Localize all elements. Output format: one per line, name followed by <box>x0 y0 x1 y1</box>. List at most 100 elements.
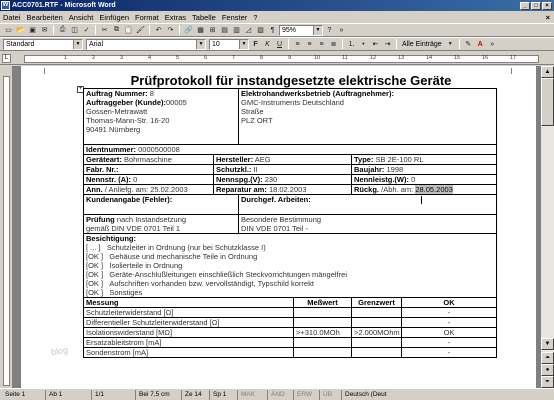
help-icon[interactable]: ? <box>324 25 335 36</box>
paste-icon[interactable]: 📋 <box>123 25 134 36</box>
rueckgabe-cell[interactable]: Rückg. /Abh. am: 28.05.2003 <box>350 183 498 195</box>
table-row[interactable]: Ersatzableitstrom [mA] - <box>83 336 498 348</box>
email-icon[interactable]: ✉ <box>39 25 50 36</box>
redo-icon[interactable]: ↷ <box>165 25 176 36</box>
menu-help[interactable]: ? <box>253 13 257 22</box>
typ-cell[interactable]: Type: SB 2E-100 RL <box>350 153 498 165</box>
next-page-icon[interactable]: ⏷ <box>541 376 554 388</box>
font-color-icon[interactable]: A <box>475 39 486 50</box>
document-title[interactable]: Prüfprotokoll für instandgesetzte elektr… <box>81 73 501 88</box>
minimize-button[interactable]: _ <box>520 1 530 10</box>
menu-tabelle[interactable]: Tabelle <box>192 13 216 22</box>
vertical-scrollbar[interactable]: ▲ ▼ ⏶ ● ⏷ <box>540 66 554 388</box>
geraeteart-cell[interactable]: Geräteart: Bohrmaschine <box>83 153 214 165</box>
close-document-button[interactable]: × <box>546 13 550 22</box>
underline-icon[interactable]: U <box>274 39 285 50</box>
font-select[interactable]: Arial ▼ <box>86 38 206 50</box>
table-row[interactable]: Differentieller Schutzleiterwiderstand [… <box>83 316 498 328</box>
document-area[interactable]: Prüfprotokoll für instandgesetzte elektr… <box>13 66 540 388</box>
increase-indent-icon[interactable]: ⇥ <box>382 39 393 50</box>
nennspg-cell[interactable]: Nennspg.(V): 230 <box>213 173 352 185</box>
align-center-icon[interactable]: ≡ <box>304 39 315 50</box>
maximize-button[interactable]: □ <box>531 1 541 10</box>
hyperlink-icon[interactable]: 🔗 <box>183 25 194 36</box>
auftrag-cell[interactable]: Auftrag Nummer: 8 <box>83 88 239 98</box>
ident-cell[interactable]: Identnummer: 0000500008 <box>82 143 498 155</box>
tables-borders-icon[interactable]: ▦ <box>195 25 206 36</box>
previous-page-icon[interactable]: ⏶ <box>541 352 554 364</box>
nennleistg-cell[interactable]: Nennleistg.(W): 0 <box>350 173 498 185</box>
bold-icon[interactable]: F <box>250 39 261 50</box>
numbering-icon[interactable]: ⒈ <box>346 39 357 50</box>
menu-einfuegen[interactable]: Einfügen <box>99 13 129 22</box>
print-icon[interactable]: ⎙ <box>57 25 68 36</box>
highlight-icon[interactable]: ✎ <box>463 39 474 50</box>
kundenangabe-cell[interactable]: Kundenangabe (Fehler): <box>83 193 239 215</box>
scroll-down-icon[interactable]: ▼ <box>541 338 554 350</box>
scroll-thumb[interactable] <box>541 78 554 126</box>
save-icon[interactable]: ▣ <box>27 25 38 36</box>
justify-icon[interactable]: ≣ <box>328 39 339 50</box>
fabr-cell[interactable]: Fabr. Nr.: <box>83 163 214 175</box>
vertical-ruler[interactable] <box>0 66 13 388</box>
decrease-indent-icon[interactable]: ⇤ <box>370 39 381 50</box>
pruefung-cell[interactable]: Prüfung nach Instandsetzung gemäß DIN VDE… <box>83 213 239 234</box>
columns-icon[interactable]: ▥ <box>231 25 242 36</box>
bullets-icon[interactable]: • <box>358 39 369 50</box>
menu-bearbeiten[interactable]: Bearbeiten <box>27 13 63 22</box>
document-page[interactable]: Prüfprotokoll für instandgesetzte elektr… <box>21 66 536 388</box>
schutzkl-cell[interactable]: Schutzkl.: II <box>213 163 352 175</box>
copy-icon[interactable]: ⧉ <box>111 25 122 36</box>
italic-icon[interactable]: K <box>262 39 273 50</box>
menu-extras[interactable]: Extras <box>165 13 186 22</box>
besondere-cell[interactable]: Besondere Bestimmung DIN VDE 0701 Teil - <box>237 213 498 234</box>
selected-date[interactable]: 28.05.2003 <box>415 185 453 193</box>
besichtigung-cell[interactable]: Besichtigung: [ ... ] Schutzleiter in Or… <box>82 232 498 298</box>
status-ub[interactable]: ÜB <box>320 389 342 400</box>
hersteller-cell[interactable]: Hersteller: AEG <box>213 153 352 165</box>
status-mak[interactable]: MAK <box>238 389 268 400</box>
document-map-icon[interactable]: ▧ <box>255 25 266 36</box>
word-app-icon[interactable]: W <box>1 1 10 10</box>
chevron-down-icon[interactable]: ▼ <box>445 39 456 50</box>
menu-datei[interactable]: Datei <box>3 13 21 22</box>
align-right-icon[interactable]: ≡ <box>316 39 327 50</box>
status-erw[interactable]: ERW <box>294 389 320 400</box>
contractor-header-cell[interactable]: Elektrohandwerksbetrieb (Auftragnehmer): <box>237 88 498 98</box>
reparatur-cell[interactable]: Reparatur am: 18.02.2003 <box>213 183 352 195</box>
tab-selector-icon[interactable]: L <box>2 54 11 63</box>
menu-ansicht[interactable]: Ansicht <box>69 13 94 22</box>
format-painter-icon[interactable]: 🖌 <box>135 25 146 36</box>
style-select[interactable]: Standard ▼ <box>3 38 83 50</box>
horizontal-ruler[interactable]: L 1 2 3 4 5 6 7 8 9 10 11 12 13 14 15 16… <box>0 52 554 65</box>
zoom-select[interactable]: 95% ▼ <box>279 24 323 36</box>
insert-excel-icon[interactable]: ▤ <box>219 25 230 36</box>
align-left-icon[interactable]: ≡ <box>292 39 303 50</box>
undo-icon[interactable]: ↶ <box>153 25 164 36</box>
print-preview-icon[interactable]: ◫ <box>69 25 80 36</box>
table-row[interactable]: Schutzleiterwiderstand [Ω] - <box>83 306 498 318</box>
status-aend[interactable]: ÄND <box>268 389 294 400</box>
table-row[interactable]: Sondenstrom [mA] - <box>83 346 498 358</box>
toolbar-options-icon[interactable]: » <box>336 25 347 36</box>
spellcheck-icon[interactable]: ✓ <box>81 25 92 36</box>
scroll-up-icon[interactable]: ▲ <box>541 66 554 78</box>
show-hide-icon[interactable]: ¶ <box>267 25 278 36</box>
font-size-select[interactable]: 10 ▼ <box>209 38 249 50</box>
protocol-table[interactable]: Auftrag Nummer: 8 Elektrohandwerksbetrie… <box>82 88 498 358</box>
all-entries-label[interactable]: Alle Einträge <box>402 41 442 48</box>
cut-icon[interactable]: ✂ <box>99 25 110 36</box>
open-folder-icon[interactable]: 📂 <box>15 25 26 36</box>
arbeiten-cell[interactable]: Durchgef. Arbeiten: <box>237 193 498 215</box>
customer-cell[interactable]: Auftraggeber (Kunde):00005 Gossen-Metraw… <box>83 98 239 145</box>
baujahr-cell[interactable]: Baujahr: 1998 <box>350 163 498 175</box>
contractor-cell[interactable]: GMC-Instruments Deutschland Straße PLZ O… <box>237 98 498 145</box>
toolbar-options-icon[interactable]: » <box>487 39 498 50</box>
insert-table-icon[interactable]: ⊞ <box>207 25 218 36</box>
new-document-icon[interactable]: ▭ <box>3 25 14 36</box>
annahme-cell[interactable]: Ann. / Anliefg. am: 25.02.2003 <box>83 183 214 195</box>
menu-format[interactable]: Format <box>135 13 159 22</box>
table-row[interactable]: Isolationswiderstand [MΩ] >+310.0MOh >2.… <box>83 326 498 338</box>
nennstr-cell[interactable]: Nennstr. (A): 0 <box>83 173 214 185</box>
browse-object-icon[interactable]: ● <box>541 364 554 376</box>
